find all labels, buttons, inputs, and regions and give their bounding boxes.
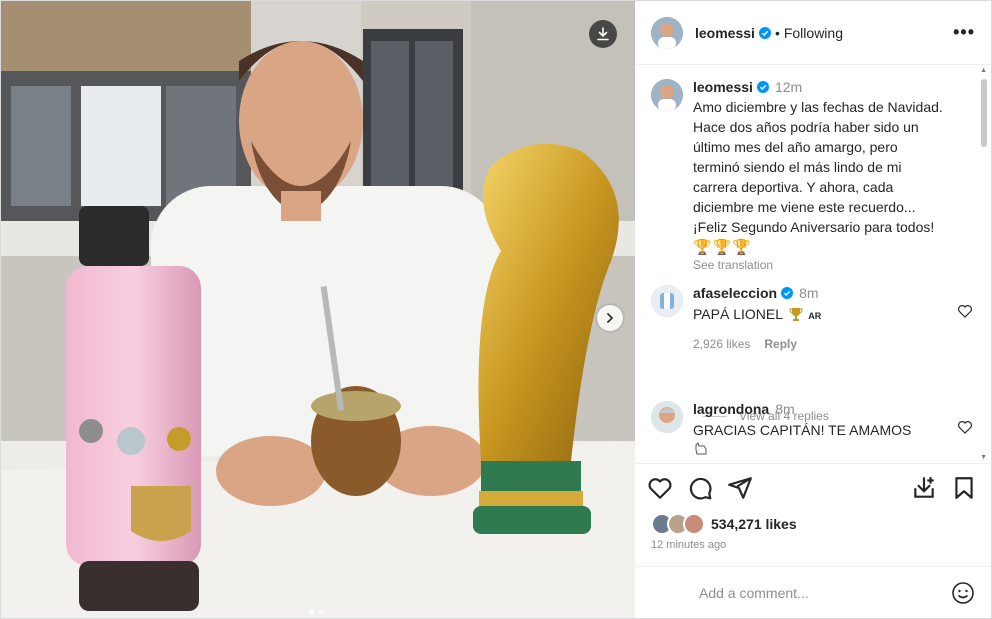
bookmark-icon[interactable] xyxy=(951,475,977,501)
commenter-username[interactable]: afaseleccion xyxy=(693,285,777,301)
carousel-dot-active xyxy=(309,610,314,615)
likes-row: 534,271 likes xyxy=(635,511,991,537)
heart-icon[interactable] xyxy=(647,475,673,501)
heart-icon[interactable] xyxy=(957,303,973,319)
comment-icon[interactable] xyxy=(687,475,713,501)
caption-time[interactable]: 12m xyxy=(775,79,802,95)
post-photo[interactable] xyxy=(1,1,635,618)
flag-label: AR xyxy=(808,311,822,321)
comment-time[interactable]: 8m xyxy=(799,285,818,301)
download-button[interactable] xyxy=(589,20,617,48)
share-icon[interactable] xyxy=(727,475,753,501)
add-comment-input[interactable]: Add a comment... xyxy=(651,585,951,601)
caption-text: Amo diciembre y las fechas de Navidad. H… xyxy=(693,99,943,235)
comment-meta: 2,926 likes Reply xyxy=(693,337,943,351)
comment-likes[interactable]: 2,926 likes xyxy=(693,337,750,351)
scroll-up-arrow[interactable]: ▲ xyxy=(980,67,987,74)
verified-badge-icon xyxy=(781,287,794,299)
photo-scene xyxy=(1,1,635,618)
commenter-avatar[interactable] xyxy=(651,401,683,433)
trophy-icon xyxy=(789,308,803,321)
carousel-dot xyxy=(318,610,323,615)
header-separator: • xyxy=(774,24,780,41)
liker-avatar xyxy=(683,513,705,535)
comment-item: afaseleccion 8m PAPÁ LIONEL AR 2,926 like… xyxy=(651,285,973,351)
verified-badge-icon xyxy=(756,81,769,93)
commenter-avatar[interactable] xyxy=(651,285,683,317)
post-header: leomessi • Following ••• xyxy=(635,1,991,65)
caption-avatar[interactable] xyxy=(651,79,683,111)
post-caption: leomessi 12m Amo diciembre y las fechas d… xyxy=(651,79,973,272)
comment-text: PAPÁ LIONEL AR xyxy=(693,305,943,325)
following-button[interactable]: Following xyxy=(784,25,843,41)
carousel-dots xyxy=(309,610,323,615)
emoji-icon[interactable] xyxy=(951,581,975,605)
comment-body: PAPÁ LIONEL xyxy=(693,306,783,322)
comment-body: GRACIAS CAPITÁN! TE AMAMOS xyxy=(693,422,912,438)
collection-add-icon[interactable] xyxy=(911,475,937,501)
comment-emoji xyxy=(693,441,943,461)
scroll-down-arrow[interactable]: ▼ xyxy=(980,454,987,461)
author-username[interactable]: leomessi xyxy=(695,25,755,41)
chevron-right-icon xyxy=(607,313,614,323)
add-comment-bar: Add a comment... xyxy=(635,566,991,618)
author-avatar[interactable] xyxy=(651,16,683,49)
commenter-username[interactable]: lagrondona xyxy=(693,401,769,417)
comments-scrollbar[interactable] xyxy=(981,79,987,147)
liker-avatars[interactable] xyxy=(651,513,705,535)
next-image-button[interactable] xyxy=(597,305,623,331)
heart-icon[interactable] xyxy=(957,419,973,435)
verified-badge-icon xyxy=(758,26,771,39)
more-options-button[interactable]: ••• xyxy=(953,22,975,43)
dog-icon xyxy=(695,442,707,455)
reply-button[interactable]: Reply xyxy=(764,337,797,351)
download-icon xyxy=(597,27,609,41)
comment-item: lagrondona 8m GRACIAS CAPITÁN! TE AMAMOS xyxy=(651,401,973,461)
post-actions-bar xyxy=(635,463,991,511)
comments-section[interactable]: ▲ ▼ leomessi 12m Amo diciembre y las fech… xyxy=(635,65,991,463)
post-side-panel: leomessi • Following ••• ▲ ▼ leomessi 12m… xyxy=(635,1,991,618)
caption-username[interactable]: leomessi xyxy=(693,79,753,95)
post-timestamp[interactable]: 12 minutes ago xyxy=(635,539,991,551)
trophy-emoji: 🏆🏆🏆 xyxy=(693,239,753,256)
comment-time[interactable]: 8m xyxy=(775,401,794,417)
see-translation-link[interactable]: See translation xyxy=(693,258,973,272)
post-modal: leomessi • Following ••• ▲ ▼ leomessi 12m… xyxy=(0,0,992,619)
likes-count[interactable]: 534,271 likes xyxy=(711,516,797,532)
